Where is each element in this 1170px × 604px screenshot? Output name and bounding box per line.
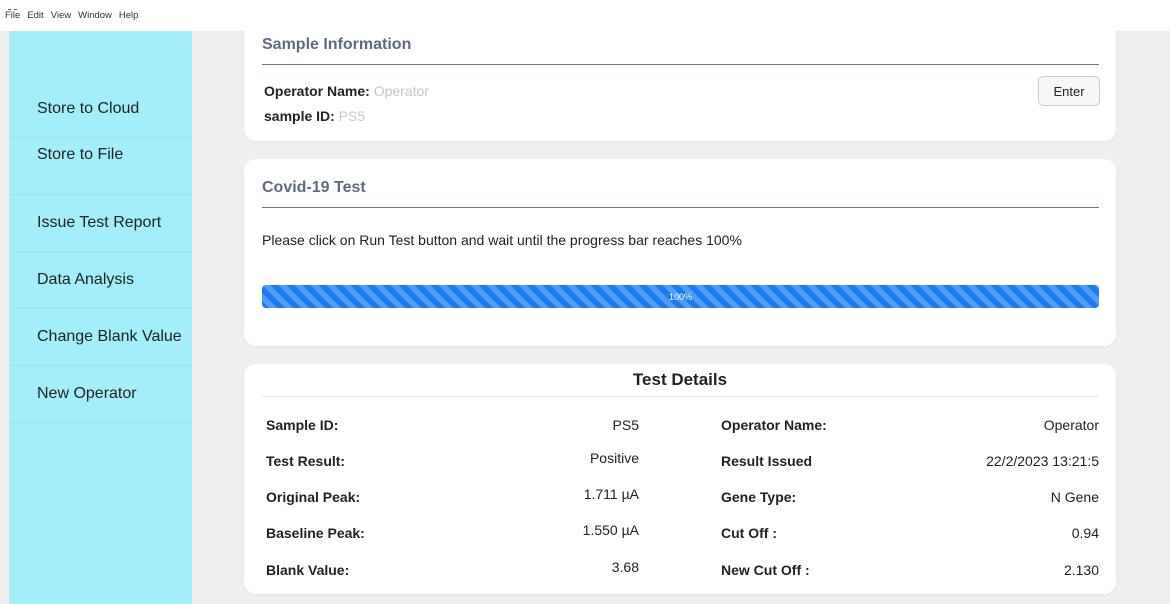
covid-test-title: Covid-19 Test	[262, 179, 366, 196]
menu-edit[interactable]: Edit	[27, 10, 43, 21]
menu-view[interactable]: View	[51, 10, 71, 21]
detail-value: 3.68	[611, 559, 639, 575]
test-details-divider	[262, 396, 1099, 397]
test-details-title: Test Details	[632, 370, 728, 389]
detail-label: Result Issued	[721, 453, 813, 469]
operator-name-label: Operator Name:	[264, 83, 370, 99]
detail-value: 2.130	[1063, 562, 1099, 578]
detail-label: Gene Type:	[721, 489, 797, 505]
sample-id-field: sample ID: PS5	[264, 108, 365, 124]
menu-file[interactable]: File	[5, 10, 20, 21]
sidebar-item-data-analysis[interactable]: Data Analysis	[9, 252, 192, 309]
progress-bar-fill: 100%	[262, 285, 1099, 308]
detail-value: 22/2/2023 13:21:5	[986, 453, 1099, 469]
progress-bar: 100%	[262, 285, 1099, 308]
menu-list: File Edit View Window Help	[5, 10, 138, 21]
enter-button[interactable]: Enter	[1038, 76, 1100, 106]
sidebar-item-new-operator[interactable]: New Operator	[9, 366, 192, 423]
window-controls-icon	[8, 2, 20, 10]
detail-value: 1.711 µA	[583, 486, 639, 502]
detail-value: 0.94	[1071, 525, 1099, 541]
progress-label: 100%	[668, 291, 693, 302]
operator-name-field: Operator Name: Operator	[264, 83, 429, 99]
detail-label: Sample ID:	[266, 417, 339, 433]
sample-information-divider	[262, 64, 1099, 65]
table-row: Sample ID: PS5 Operator Name: Operator	[244, 417, 1116, 437]
sample-id-value[interactable]: PS5	[339, 108, 365, 124]
detail-value: 1.550 µA	[582, 522, 639, 538]
detail-label: Test Result:	[266, 453, 346, 469]
detail-label: Baseline Peak:	[266, 525, 365, 541]
sidebar-item-change-blank-value[interactable]: Change Blank Value	[9, 309, 192, 366]
detail-value: Positive	[589, 450, 639, 466]
sidebar: Store to Cloud Store to File Issue Test …	[9, 31, 192, 604]
sample-id-label: sample ID:	[264, 108, 335, 124]
operator-name-value[interactable]: Operator	[374, 83, 429, 99]
test-instruction: Please click on Run Test button and wait…	[262, 232, 742, 248]
sample-information-title: Sample Information	[262, 36, 412, 53]
table-row: Blank Value: 3.68 New Cut Off : 2.130	[244, 559, 1116, 582]
sample-information-card: Sample Information Operator Name: Operat…	[244, 20, 1116, 141]
detail-value: Operator	[1043, 417, 1099, 433]
detail-label: New Cut Off :	[721, 562, 810, 578]
covid-test-divider	[262, 207, 1099, 208]
detail-value: N Gene	[1050, 489, 1099, 505]
detail-label: Cut Off :	[721, 525, 777, 541]
detail-label: Original Peak:	[266, 489, 361, 505]
covid-test-card: Covid-19 Test Please click on Run Test b…	[244, 159, 1116, 346]
detail-label: Blank Value:	[266, 562, 350, 578]
menu-window[interactable]: Window	[78, 10, 112, 21]
sidebar-item-issue-test-report[interactable]: Issue Test Report	[9, 195, 192, 252]
test-details-card: Test Details Sample ID: PS5 Operator Nam…	[244, 364, 1116, 594]
table-row: Test Result: Positive Result Issued 22/2…	[244, 450, 1116, 473]
sidebar-item-store-to-file[interactable]: Store to File	[9, 138, 192, 195]
detail-value: PS5	[612, 417, 639, 433]
table-row: Baseline Peak: 1.550 µA Cut Off : 0.94	[244, 522, 1116, 545]
sidebar-nav: Store to Cloud Store to File Issue Test …	[9, 81, 192, 423]
menu-help[interactable]: Help	[119, 10, 139, 21]
sidebar-item-store-to-cloud[interactable]: Store to Cloud	[9, 81, 192, 138]
table-row: Original Peak: 1.711 µA Gene Type: N Gen…	[244, 486, 1116, 509]
detail-label: Operator Name:	[721, 417, 827, 433]
